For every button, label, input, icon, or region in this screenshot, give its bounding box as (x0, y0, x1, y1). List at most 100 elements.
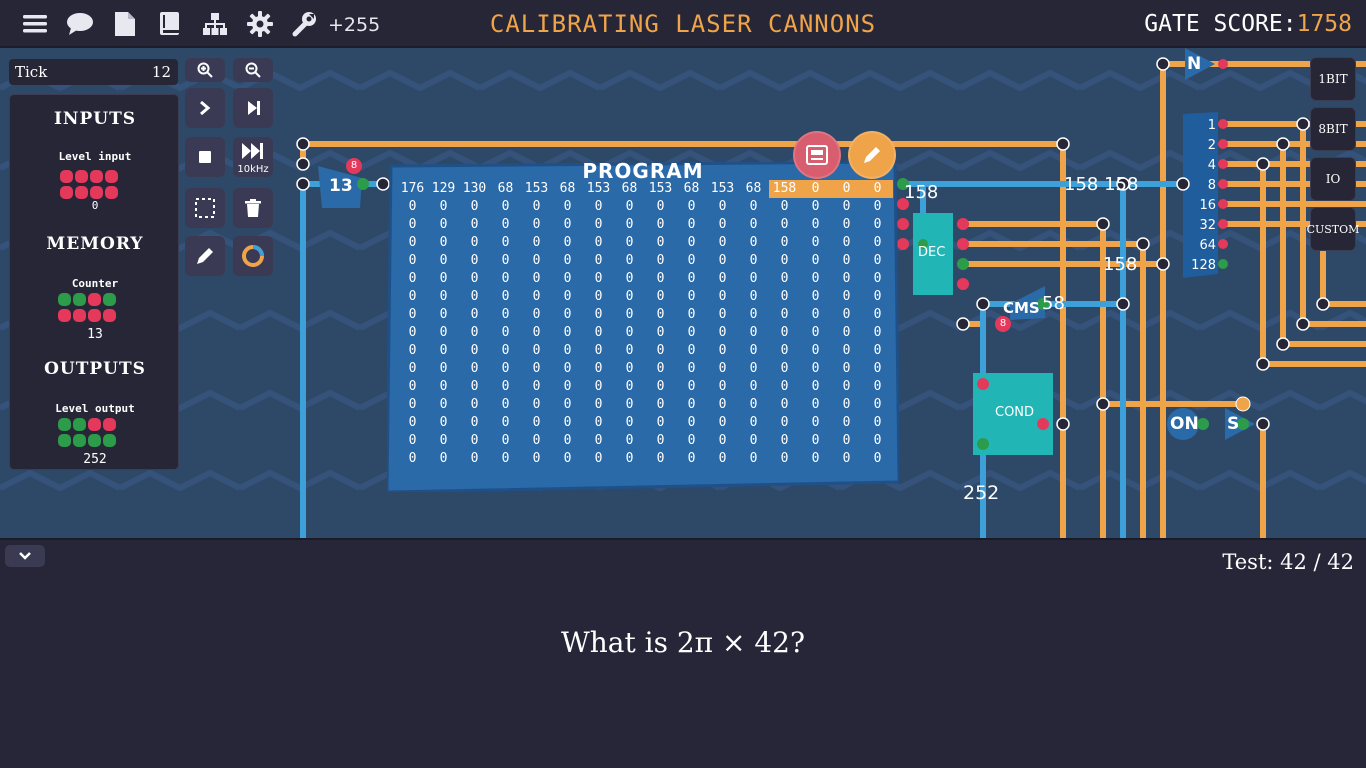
program-cell: 68 (683, 181, 700, 196)
step-tick-button[interactable] (233, 88, 273, 128)
program-cell: 0 (563, 451, 572, 466)
program-cell: 0 (408, 253, 417, 268)
program-cell: 0 (532, 415, 541, 430)
program-cell: 0 (656, 307, 665, 322)
program-cell: 0 (873, 199, 882, 214)
program-cell: 0 (873, 325, 882, 340)
program-cell: 0 (470, 433, 479, 448)
program-cell: 0 (532, 289, 541, 304)
program-cell: 0 (501, 199, 510, 214)
document-icon[interactable] (111, 10, 139, 38)
fast-forward-icon (242, 143, 263, 159)
step-button[interactable] (185, 88, 225, 128)
program-cell: 0 (563, 343, 572, 358)
program-cell: 0 (594, 253, 603, 268)
program-row: 0 0 0 0 0 0 0 0 0 0 0 0 0 0 0 0 (397, 396, 893, 414)
program-cell: 0 (873, 343, 882, 358)
program-cell: 0 (842, 307, 851, 322)
counter-bits (58, 293, 116, 322)
program-cell: 0 (501, 397, 510, 412)
program-cell: 0 (625, 235, 634, 250)
level-input-bits[interactable] (60, 170, 118, 199)
program-cell: 0 (594, 307, 603, 322)
program-memory-button[interactable] (793, 131, 841, 179)
cond-label: COND (995, 405, 1035, 420)
gear-icon[interactable] (246, 10, 274, 38)
zoom-out-button[interactable] (233, 58, 273, 82)
program-cell: 0 (873, 307, 882, 322)
program-cell: 0 (408, 415, 417, 430)
bit-label: 2 (1207, 138, 1216, 153)
program-cell: 0 (408, 397, 417, 412)
chat-icon[interactable] (66, 10, 94, 38)
program-grid[interactable]: 176 129 130 68 153 68 153 68 153 68 153 68 158 0 0 0 0 0 0… (397, 180, 893, 468)
program-cell: 0 (563, 325, 572, 340)
program-cell: 0 (501, 433, 510, 448)
program-cell: 0 (862, 180, 893, 198)
program-cell: 0 (687, 379, 696, 394)
program-row: 0 0 0 0 0 0 0 0 0 0 0 0 0 0 0 0 (397, 342, 893, 360)
program-cell: 0 (439, 307, 448, 322)
wrench-icon[interactable] (290, 10, 318, 38)
program-cell: 0 (563, 271, 572, 286)
program-edit-button[interactable] (848, 131, 896, 179)
program-cell: 0 (532, 307, 541, 322)
program-cell: 0 (687, 433, 696, 448)
program-cell: 0 (749, 397, 758, 412)
program-cell: 0 (749, 271, 758, 286)
menu-icon[interactable] (21, 10, 49, 38)
program-cell: 0 (842, 325, 851, 340)
program-cell: 0 (408, 217, 417, 232)
delete-button[interactable] (233, 188, 273, 228)
zoom-in-button[interactable] (185, 58, 225, 82)
program-cell: 158 (769, 180, 800, 198)
program-cell: 0 (501, 253, 510, 268)
side-button-1bit[interactable]: 1BIT (1310, 57, 1356, 101)
program-cell: 0 (501, 271, 510, 286)
select-button[interactable] (185, 188, 225, 228)
program-cell: 0 (718, 361, 727, 376)
hierarchy-icon[interactable] (201, 10, 229, 38)
side-button-custom[interactable]: CUSTOM (1307, 207, 1359, 251)
program-cell: 0 (718, 289, 727, 304)
draw-button[interactable] (185, 236, 225, 276)
program-cell: 0 (718, 325, 727, 340)
program-cell: 0 (718, 397, 727, 412)
program-cell: 0 (470, 307, 479, 322)
bits-splitter[interactable]: 1 2 4 8 16 32 64 128 (1186, 116, 1216, 276)
program-cell: 0 (532, 217, 541, 232)
program-cell: 0 (811, 199, 820, 214)
color-button[interactable] (233, 236, 273, 276)
side-button-8bit[interactable]: 8BIT (1310, 107, 1356, 151)
cms-label: CMS (1003, 299, 1040, 317)
stop-button[interactable] (185, 137, 225, 177)
program-row: 0 0 0 0 0 0 0 0 0 0 0 0 0 0 0 0 (397, 432, 893, 450)
program-cell: 0 (749, 307, 758, 322)
program-cell: 0 (749, 433, 758, 448)
program-cell: 0 (718, 199, 727, 214)
program-cell: 0 (470, 379, 479, 394)
collapse-button[interactable] (5, 545, 45, 567)
program-cell: 0 (780, 343, 789, 358)
program-cell: 0 (842, 289, 851, 304)
program-cell: 0 (718, 307, 727, 322)
program-cell: 0 (470, 271, 479, 286)
fast-forward-button[interactable]: 10kHz (233, 137, 273, 177)
program-row: 0 0 0 0 0 0 0 0 0 0 0 0 0 0 0 0 (397, 288, 893, 306)
program-cell: 0 (470, 217, 479, 232)
program-cell: 0 (811, 415, 820, 430)
color-wheel-icon (242, 245, 264, 267)
side-button-io[interactable]: IO (1310, 157, 1356, 201)
book-icon[interactable] (156, 10, 184, 38)
program-cell: 0 (718, 379, 727, 394)
program-row: 0 0 0 0 0 0 0 0 0 0 0 0 0 0 0 0 (397, 324, 893, 342)
program-cell: 0 (439, 199, 448, 214)
program-cell: 0 (439, 325, 448, 340)
program-cell: 0 (625, 397, 634, 412)
selection-icon (195, 198, 215, 218)
program-cell: 153 (648, 181, 673, 196)
program-cell: 0 (563, 199, 572, 214)
program-cell: 0 (470, 289, 479, 304)
chevron-right-icon (200, 100, 211, 116)
program-row: 176 129 130 68 153 68 153 68 153 68 153 68 158 0 0 0 (397, 180, 893, 198)
